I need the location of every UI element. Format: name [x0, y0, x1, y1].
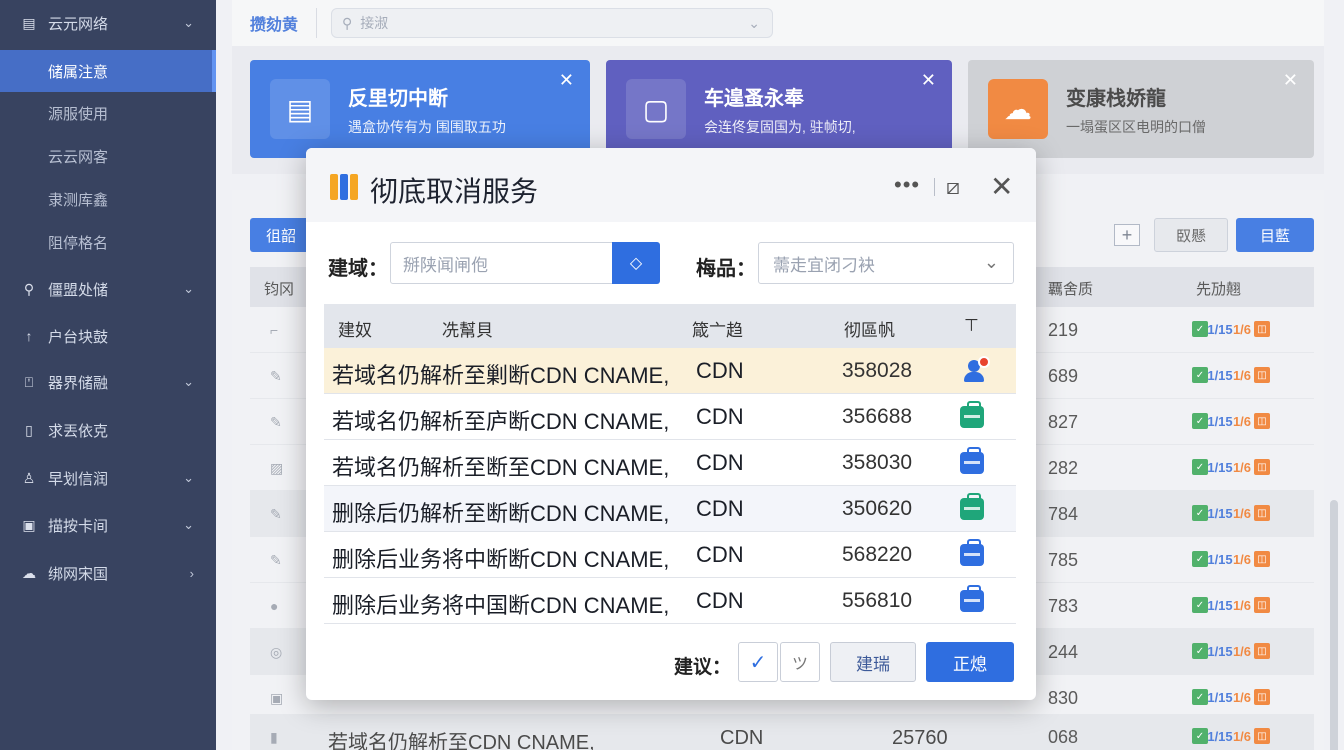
briefcase-icon[interactable]: [960, 401, 986, 430]
select-placeholder: 薷走宜闭刁袂: [773, 255, 875, 275]
table-row[interactable]: 若域名仍解析至断至CDN CNAME, CDN 358030: [324, 440, 1016, 486]
row-cdn: CDN: [696, 450, 744, 475]
field2-label: 梅品：: [696, 258, 756, 280]
table-row[interactable]: 若域名仍解析至剿断CDN CNAME, CDN 358028: [324, 348, 1016, 394]
row-cdn: CDN: [696, 542, 744, 567]
cancel-button[interactable]: 建瑞: [830, 642, 916, 682]
chevron-down-icon: ⌄: [983, 252, 999, 272]
confirm-button[interactable]: 正熄: [926, 642, 1014, 682]
divider: [934, 178, 935, 196]
row-text: 若域名仍解析至剿断CDN CNAME,: [332, 363, 670, 388]
header-cell: 彻區帆: [844, 321, 895, 340]
row-id: 568220: [842, 543, 913, 566]
secondary-check-button[interactable]: ツ: [780, 642, 820, 682]
row-id: 556810: [842, 589, 913, 612]
header-cell: 建奴: [338, 321, 372, 340]
briefcase-icon[interactable]: [960, 493, 986, 522]
product-select[interactable]: 薷走宜闭刁袂 ⌄: [758, 242, 1014, 284]
table-row[interactable]: 删除后仍解析至断断CDN CNAME, CDN 350620: [324, 486, 1016, 532]
row-text: 若域名仍解析至断至CDN CNAME,: [332, 455, 670, 480]
header-cell: 冼幫貝: [442, 321, 493, 340]
header-cell: 箴亠趋: [692, 321, 743, 340]
dialog-header: 彻底取消服务 ••• ⧄ ✕: [306, 148, 1036, 222]
row-id: 358030: [842, 451, 913, 474]
logo-icon: [330, 174, 360, 200]
cancel-service-dialog: 彻底取消服务 ••• ⧄ ✕ 建域： 掰陕闻闸佨 ◇ 梅品： 薷走宜闭刁袂 ⌄ …: [306, 148, 1036, 700]
briefcase-icon[interactable]: [960, 447, 986, 476]
row-cdn: CDN: [696, 496, 744, 521]
row-cdn: CDN: [696, 358, 744, 383]
row-cdn: CDN: [696, 404, 744, 429]
row-text: 删除后业务将中断断CDN CNAME,: [332, 547, 670, 572]
dialog-table-header: 建奴 冼幫貝 箴亠趋 彻區帆 ⊤: [324, 304, 1016, 348]
header-cell: ⊤: [964, 316, 979, 335]
briefcase-icon[interactable]: [960, 539, 986, 568]
row-id: 358028: [842, 359, 913, 382]
row-text: 若域名仍解析至庐断CDN CNAME,: [332, 409, 670, 434]
search-button[interactable]: ◇: [612, 242, 660, 284]
dialog-title: 彻底取消服务: [370, 176, 539, 207]
edit-icon[interactable]: ⧄: [946, 174, 960, 200]
row-id: 356688: [842, 405, 913, 428]
close-icon[interactable]: ✕: [990, 170, 1013, 203]
footer-label: 建议：: [674, 657, 732, 678]
row-text: 删除后业务将中国断CDN CNAME,: [332, 593, 670, 618]
row-id: 350620: [842, 497, 913, 520]
table-row[interactable]: 删除后业务将中国断CDN CNAME, CDN 556810: [324, 578, 1016, 624]
check-button[interactable]: ✓: [738, 642, 778, 682]
table-row[interactable]: 删除后业务将中断断CDN CNAME, CDN 568220: [324, 532, 1016, 578]
briefcase-icon[interactable]: [960, 585, 986, 614]
more-icon[interactable]: •••: [894, 172, 920, 198]
user-alert-icon[interactable]: [960, 356, 990, 384]
table-row[interactable]: 若域名仍解析至庐断CDN CNAME, CDN 356688: [324, 394, 1016, 440]
row-text: 删除后仍解析至断断CDN CNAME,: [332, 501, 670, 526]
domain-input[interactable]: 掰陕闻闸佨: [390, 242, 614, 284]
field1-label: 建域：: [328, 258, 388, 280]
row-cdn: CDN: [696, 588, 744, 613]
